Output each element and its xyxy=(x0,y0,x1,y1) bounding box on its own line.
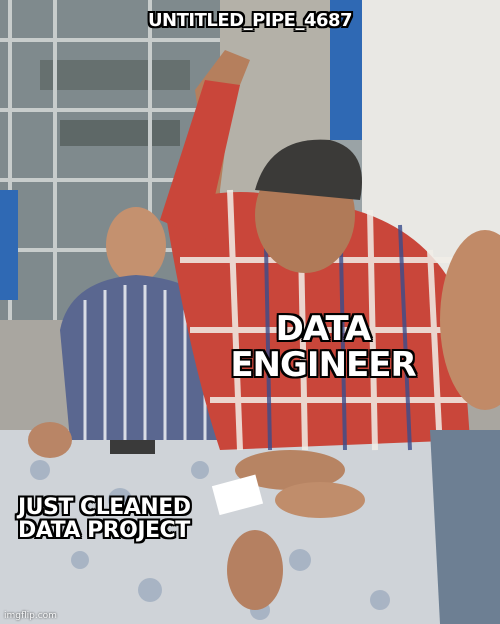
meme-image: UNTITLED_PIPE_4687 DATA ENGINEER JUST CL… xyxy=(0,0,500,624)
watermark: imgflip.com xyxy=(4,611,57,621)
data-engineer-caption: DATA ENGINEER xyxy=(230,309,416,385)
top-caption: UNTITLED_PIPE_4687 xyxy=(147,10,353,31)
cleaned-data-caption: JUST CLEANED DATA PROJECT xyxy=(18,495,191,544)
